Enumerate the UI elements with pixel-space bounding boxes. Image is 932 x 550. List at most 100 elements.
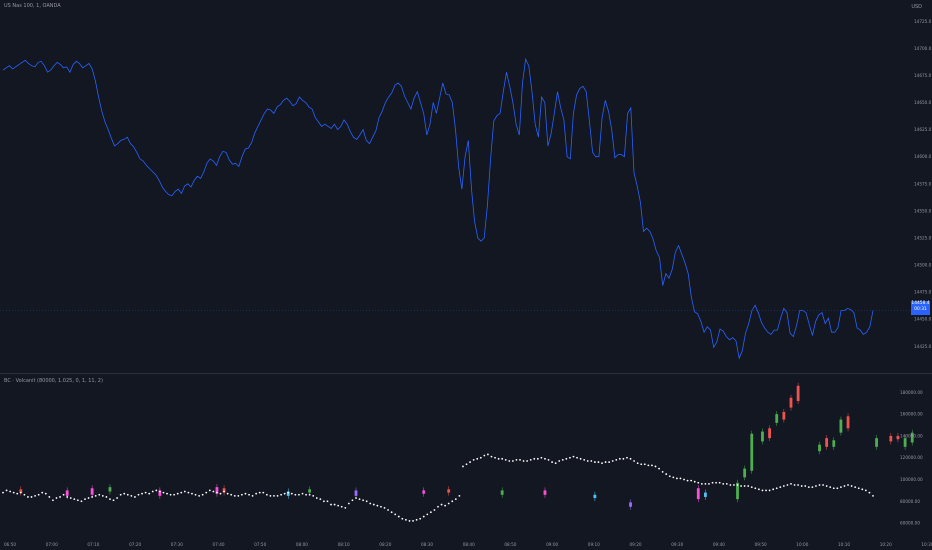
dot-marker — [251, 494, 254, 497]
x-tick-label: 09:30 — [671, 542, 683, 547]
dot-marker — [216, 491, 218, 494]
dot-marker — [854, 486, 857, 489]
indicator-tick-label: 160000.00 — [900, 412, 923, 417]
candle-body — [875, 438, 878, 447]
candle-body — [65, 490, 69, 496]
x-tick-label: 09:20 — [630, 542, 642, 547]
dot-marker — [376, 504, 379, 507]
symbol-legend[interactable]: US Nas 100, 1, OANDA — [4, 3, 61, 9]
dot-marker — [700, 482, 703, 485]
dot-marker — [672, 476, 675, 479]
dot-marker — [487, 453, 489, 456]
candle-body — [743, 468, 747, 478]
dot-marker — [586, 460, 589, 462]
dot-marker — [305, 493, 307, 496]
indicator-pane[interactable]: 180000.00 160000.00 140000.00 120000.00 1000… — [0, 374, 932, 537]
dot-marker — [736, 484, 739, 486]
dot-marker — [326, 500, 329, 503]
dot-marker — [315, 497, 318, 499]
dot-marker — [440, 503, 443, 506]
dot-marker — [708, 482, 710, 485]
candle-body — [629, 502, 632, 507]
dot-marker — [148, 492, 151, 495]
dot-marker — [380, 505, 382, 508]
dot-marker — [191, 492, 193, 495]
dot-marker — [822, 484, 824, 486]
y-tick-label: 14725.0 — [914, 19, 932, 24]
candle-body — [90, 488, 94, 495]
dot-marker — [786, 484, 789, 486]
dot-marker — [576, 456, 578, 459]
dot-marker — [847, 484, 849, 486]
dot-marker — [130, 494, 133, 497]
dot-marker — [41, 491, 44, 494]
dot-marker — [362, 499, 365, 502]
dot-marker — [426, 513, 429, 516]
dot-marker — [351, 499, 354, 502]
dot-marker — [2, 491, 4, 494]
indicator-tick-label: 180000.00 — [900, 390, 923, 395]
dot-marker — [337, 504, 340, 507]
dot-marker — [686, 479, 689, 482]
indicator-chart: 180000.00 160000.00 140000.00 120000.00 1000… — [2, 382, 923, 526]
dot-marker — [294, 493, 297, 496]
dot-marker — [333, 503, 336, 506]
dot-marker — [112, 499, 115, 502]
dot-marker — [497, 457, 500, 460]
dot-marker — [155, 489, 158, 492]
dot-marker — [554, 462, 557, 465]
dot-marker — [429, 511, 432, 514]
time-axis[interactable]: 06:50 07:00 07:10 07:20 07:30 07:40 07:50 08:00… — [0, 537, 932, 550]
candle-body — [818, 444, 821, 452]
candle-body — [696, 488, 700, 500]
dot-marker — [27, 496, 29, 498]
dot-marker — [397, 515, 400, 518]
dot-marker — [109, 498, 111, 501]
dot-marker — [44, 492, 47, 495]
dot-marker — [511, 460, 514, 462]
dot-marker — [611, 460, 614, 462]
dot-marker — [5, 489, 8, 492]
dot-marker — [208, 489, 211, 492]
dot-marker — [668, 475, 671, 478]
dot-marker — [383, 506, 386, 509]
candle-body — [500, 490, 504, 495]
dot-marker — [462, 465, 464, 468]
current-price-tag: 14458.4 00:31 — [911, 301, 930, 315]
dot-marker — [91, 496, 94, 498]
dot-marker — [569, 456, 571, 459]
dot-marker — [330, 503, 332, 506]
dot-marker — [529, 459, 532, 461]
dot-marker — [622, 457, 625, 460]
dot-marker — [405, 518, 407, 521]
dot-marker — [198, 494, 201, 497]
candle-body — [839, 419, 843, 433]
dot-marker — [618, 457, 621, 460]
candle-body — [108, 487, 112, 492]
dot-marker — [269, 494, 272, 497]
indicator-legend[interactable]: BC · Volcanit (80000, 1.025, 0, 1, 11, 2… — [4, 378, 103, 384]
dot-marker — [48, 496, 51, 498]
dot-marker — [237, 494, 240, 497]
dot-marker — [151, 490, 154, 493]
dot-marker — [779, 486, 782, 489]
dot-marker — [280, 493, 283, 496]
dot-marker — [244, 492, 247, 495]
dot-marker — [565, 457, 568, 460]
dot-marker — [494, 456, 496, 459]
dot-marker — [815, 485, 817, 487]
dot-marker — [87, 497, 90, 499]
dot-marker — [693, 480, 696, 483]
dot-marker — [522, 460, 525, 462]
currency-label[interactable]: USD — [911, 4, 922, 10]
x-tick-label: 10:30 — [921, 542, 932, 547]
dot-marker — [59, 496, 61, 498]
x-tick-label: 06:50 — [4, 542, 16, 547]
candle-body — [789, 397, 793, 408]
dot-marker — [558, 460, 561, 462]
dot-marker — [547, 459, 550, 461]
dot-marker — [729, 484, 732, 486]
price-chart-pane[interactable]: 14725.0 14700.0 14675.0 14650.0 14625.0 14600… — [0, 0, 932, 373]
y-tick-label: 14625.0 — [914, 127, 932, 132]
dot-marker — [340, 505, 343, 508]
